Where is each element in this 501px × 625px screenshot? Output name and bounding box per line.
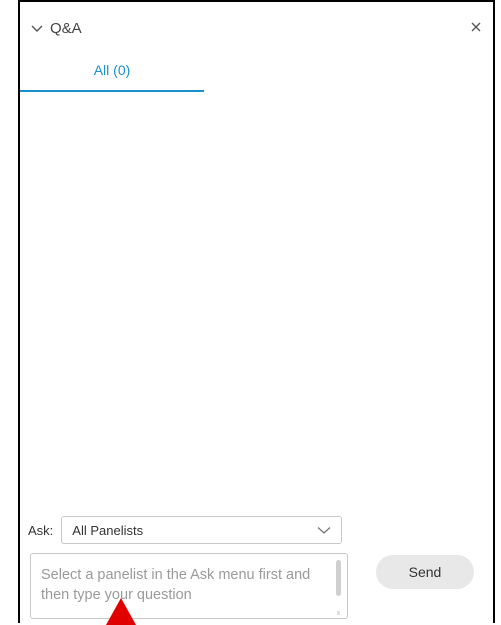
collapse-toggle[interactable]: Q&A [30, 20, 82, 37]
qa-panel: Q&A All (0) Ask: All Panelists Send [18, 0, 495, 625]
active-tab-indicator [20, 90, 204, 92]
panel-title: Q&A [50, 20, 82, 37]
question-input-box[interactable] [30, 553, 348, 619]
ask-recipient-select[interactable]: All Panelists [61, 516, 343, 544]
questions-list [20, 94, 493, 504]
red-arrow-icon [106, 598, 136, 625]
tab-all-label: All (0) [93, 62, 131, 78]
question-input[interactable] [31, 554, 331, 618]
panel-header: Q&A [20, 2, 493, 48]
scroll-down-arrow[interactable] [337, 611, 340, 615]
chevron-down-icon [31, 25, 43, 32]
close-button[interactable] [467, 18, 485, 36]
send-button[interactable]: Send [376, 555, 474, 589]
ask-row: Ask: All Panelists [28, 516, 348, 544]
close-icon [471, 22, 481, 32]
ask-select-value: All Panelists [72, 522, 144, 538]
chevron-down-icon [317, 527, 331, 534]
ask-label: Ask: [28, 522, 54, 538]
question-scrollbar[interactable] [336, 560, 341, 596]
tab-all[interactable]: All (0) [20, 54, 204, 92]
